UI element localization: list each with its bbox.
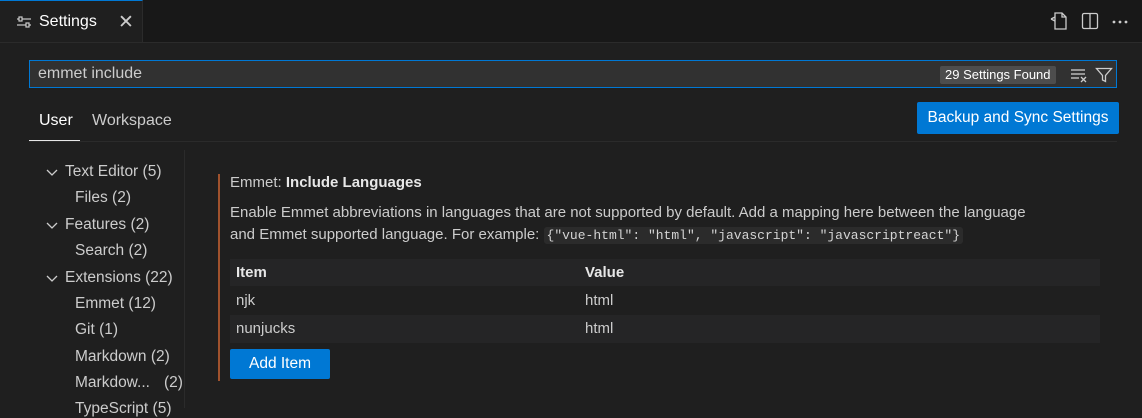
add-item-button[interactable]: Add Item xyxy=(230,349,330,379)
toc-divider xyxy=(184,150,185,408)
example-code: {"vue-html": "html", "javascript": "java… xyxy=(543,227,963,244)
header-divider xyxy=(29,141,1117,142)
setting-category: Emmet: xyxy=(230,174,282,191)
table-row[interactable]: nunjucks html xyxy=(230,315,1100,343)
editor-tab-bar: Settings ✕ xyxy=(0,0,1142,43)
table-row[interactable]: njk html xyxy=(230,287,1100,315)
row-value: html xyxy=(585,320,614,337)
settings-sliders-icon xyxy=(17,16,31,28)
row-item: njk xyxy=(236,292,256,309)
setting-name: Include Languages xyxy=(285,174,422,191)
row-item: nunjucks xyxy=(236,320,296,337)
toc-item-features[interactable]: Features (2) xyxy=(65,216,149,234)
filter-icon[interactable] xyxy=(1095,67,1113,83)
settings-tab[interactable]: Settings ✕ xyxy=(0,0,143,42)
setting-title: Emmet: Include Languages xyxy=(230,174,422,191)
toc-item-git[interactable]: Git (1) xyxy=(75,321,118,339)
more-actions-icon[interactable] xyxy=(1110,11,1130,31)
clear-filter-icon[interactable] xyxy=(1070,67,1088,83)
results-count-badge: 29 Settings Found xyxy=(940,66,1056,84)
toc-item-text-editor[interactable]: Text Editor (5) xyxy=(65,163,162,181)
chevron-down-icon xyxy=(46,275,58,282)
table-header: Item Value xyxy=(230,259,1100,286)
toc-item-emmet[interactable]: Emmet (12) xyxy=(75,295,156,313)
setting-description-line2: and Emmet supported language. For exampl… xyxy=(230,226,963,244)
open-settings-json-icon[interactable] xyxy=(1049,11,1069,31)
modified-indicator xyxy=(218,174,220,381)
backup-and-sync-button[interactable]: Backup and Sync Settings xyxy=(917,102,1119,134)
setting-description-line1: Enable Emmet abbreviations in languages … xyxy=(230,204,1026,221)
chevron-down-icon xyxy=(46,169,58,176)
settings-search-box: 29 Settings Found xyxy=(29,60,1117,88)
search-input[interactable] xyxy=(38,64,918,84)
toc-item-markdown-truncated[interactable]: Markdow... (2) xyxy=(75,374,183,392)
column-header-value: Value xyxy=(585,264,625,281)
chevron-down-icon xyxy=(46,222,58,229)
column-header-item: Item xyxy=(236,264,267,281)
toc-item-extensions[interactable]: Extensions (22) xyxy=(65,269,173,287)
toc-item-markdown[interactable]: Markdown (2) xyxy=(75,348,170,366)
tab-workspace[interactable]: Workspace xyxy=(92,112,172,130)
row-value: html xyxy=(585,292,614,309)
toc-item-typescript[interactable]: TypeScript (5) xyxy=(75,400,172,418)
tab-user[interactable]: User xyxy=(39,112,73,130)
tab-title: Settings xyxy=(39,13,97,30)
split-editor-icon[interactable] xyxy=(1080,11,1100,31)
toc-item-files[interactable]: Files (2) xyxy=(75,189,131,207)
close-icon[interactable]: ✕ xyxy=(118,11,134,34)
toc-item-search[interactable]: Search (2) xyxy=(75,242,147,260)
